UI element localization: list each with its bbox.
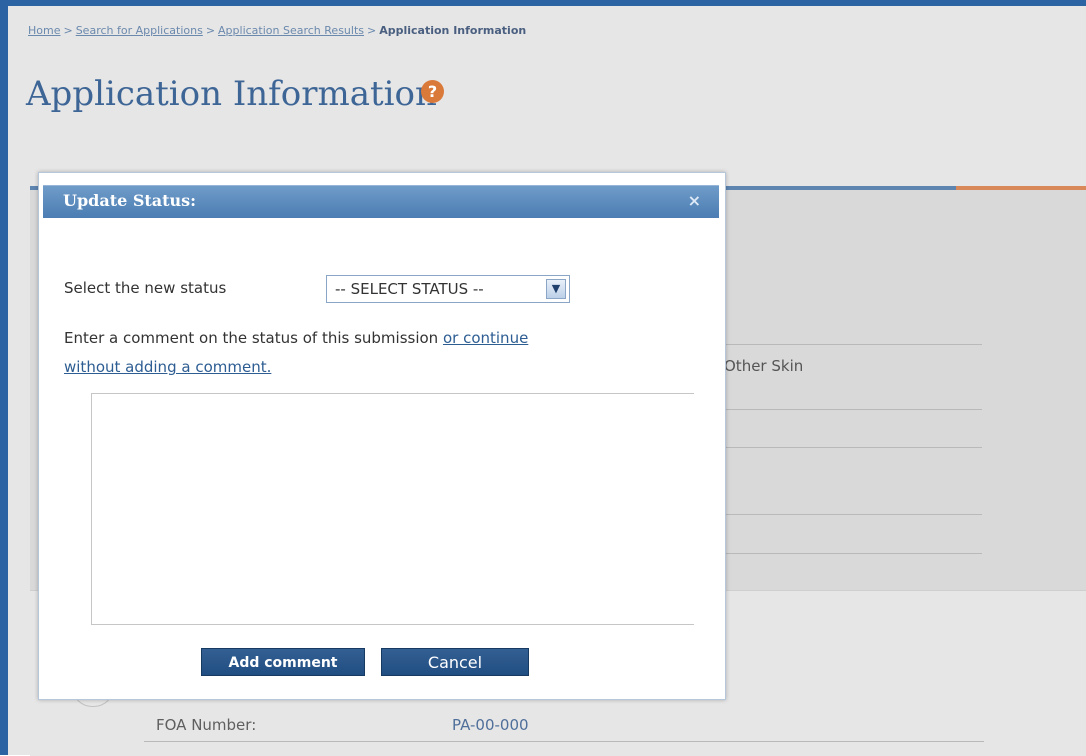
comment-prompt-text: Enter a comment on the status of this su… xyxy=(64,329,439,347)
divider xyxy=(720,447,982,448)
continue-without-comment-link[interactable]: without adding a comment. xyxy=(64,358,271,376)
breadcrumb-separator: > xyxy=(63,24,73,37)
comment-prompt-line2: without adding a comment. xyxy=(64,358,271,376)
breadcrumb: Home > Search for Applications > Application… xyxy=(28,24,526,37)
window-border-left xyxy=(0,0,8,755)
status-select[interactable]: -- SELECT STATUS -- ▼ xyxy=(326,275,570,303)
breadcrumb-separator: > xyxy=(205,24,216,37)
breadcrumb-separator: > xyxy=(367,24,377,37)
add-comment-button[interactable]: Add comment xyxy=(201,648,365,676)
divider xyxy=(720,514,982,515)
breadcrumb-results[interactable]: Application Search Results xyxy=(218,24,364,37)
update-status-dialog: Update Status: × Select the new status -… xyxy=(38,172,726,700)
cancel-button[interactable]: Cancel xyxy=(381,648,529,676)
foa-number-value: PA-00-000 xyxy=(452,716,529,734)
breadcrumb-home[interactable]: Home xyxy=(28,24,60,37)
dialog-title: Update Status: xyxy=(63,191,197,210)
breadcrumb-search[interactable]: Search for Applications xyxy=(76,24,203,37)
status-label: Select the new status xyxy=(64,279,227,297)
dialog-header: Update Status: × xyxy=(43,185,719,218)
breadcrumb-current: Application Information xyxy=(379,24,527,37)
close-icon[interactable]: × xyxy=(688,191,701,210)
comment-prompt: Enter a comment on the status of this su… xyxy=(64,329,528,347)
question-mark-icon[interactable]: ? xyxy=(421,80,444,103)
foa-number-label: FOA Number: xyxy=(156,716,257,734)
window-border-top xyxy=(0,0,1086,6)
page-title: Application Information xyxy=(26,74,437,114)
divider xyxy=(144,741,984,742)
comment-textarea[interactable] xyxy=(91,393,694,625)
divider xyxy=(720,344,982,345)
chevron-down-icon[interactable]: ▼ xyxy=(546,279,566,299)
divider xyxy=(720,553,982,554)
background-text: Other Skin xyxy=(724,357,804,375)
continue-without-comment-link[interactable]: or continue xyxy=(443,329,528,347)
status-select-value: -- SELECT STATUS -- xyxy=(335,280,484,298)
divider xyxy=(720,409,982,410)
